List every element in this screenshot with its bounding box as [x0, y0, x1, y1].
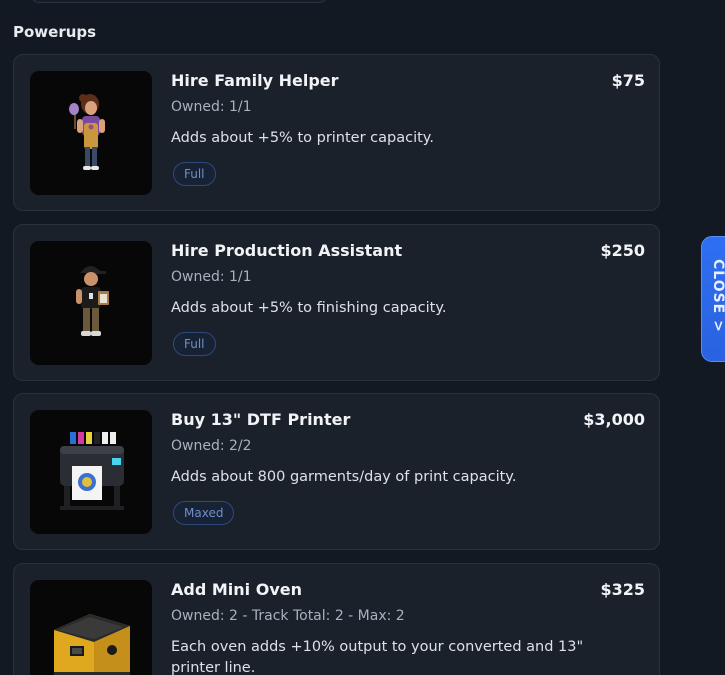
powerup-card-mini-oven[interactable]: Add Mini Oven $325 Owned: 2 - Track Tota…: [13, 563, 660, 675]
powerup-description: Adds about 800 garments/day of print cap…: [171, 469, 517, 485]
status-badge: Full: [173, 332, 216, 356]
close-label: CLOSE >: [710, 259, 725, 333]
section-title: Powerups: [13, 23, 97, 41]
top-input-edge: [30, 0, 328, 3]
powerup-card-family-helper[interactable]: Hire Family Helper $75 Owned: 1/1 Adds a…: [13, 54, 660, 211]
powerup-owned: Owned: 1/1: [171, 269, 252, 285]
powerup-description: Each oven adds +10% output to your conve…: [171, 639, 584, 675]
powerup-card-dtf-printer[interactable]: Buy 13" DTF Printer $3,000 Owned: 2/2 Ad…: [13, 393, 660, 550]
powerup-price: $75: [611, 71, 645, 90]
dtf-printer-icon: [30, 410, 152, 534]
powerup-name: Hire Family Helper: [171, 71, 339, 90]
powerup-price: $3,000: [583, 410, 645, 429]
powerup-description: Adds about +5% to finishing capacity.: [171, 300, 447, 316]
powerup-name: Add Mini Oven: [171, 580, 302, 599]
powerup-price: $250: [600, 241, 645, 260]
powerup-price: $325: [600, 580, 645, 599]
family-helper-icon: [30, 71, 152, 195]
powerup-owned: Owned: 1/1: [171, 99, 252, 115]
powerup-name: Hire Production Assistant: [171, 241, 403, 260]
status-badge: Maxed: [173, 501, 235, 525]
close-tab-button[interactable]: CLOSE >: [701, 236, 725, 362]
status-badge: Full: [173, 162, 216, 186]
mini-oven-icon: [30, 580, 152, 675]
powerup-owned: Owned: 2/2: [171, 438, 252, 454]
powerup-description: Adds about +5% to printer capacity.: [171, 130, 434, 146]
powerup-owned: Owned: 2 - Track Total: 2 - Max: 2: [171, 608, 405, 624]
powerup-name: Buy 13" DTF Printer: [171, 410, 351, 429]
powerup-card-production-assistant[interactable]: Hire Production Assistant $250 Owned: 1/…: [13, 224, 660, 381]
production-assistant-icon: [30, 241, 152, 365]
